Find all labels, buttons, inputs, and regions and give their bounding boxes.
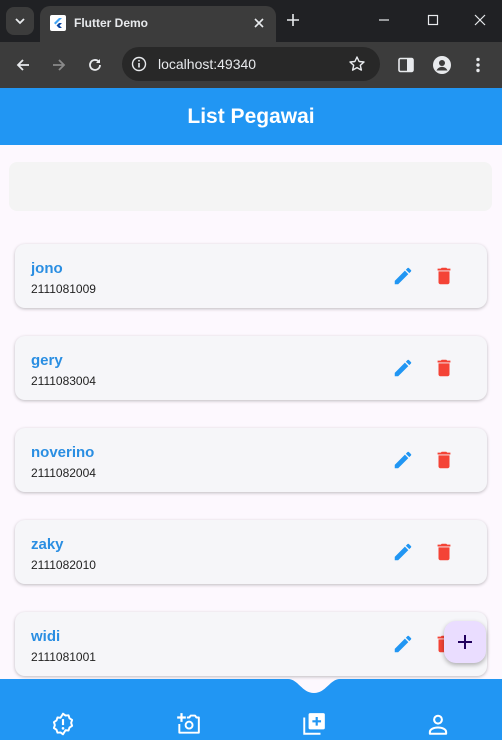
employee-name: widi — [31, 628, 61, 645]
search-input[interactable] — [9, 162, 492, 211]
employee-nip: 2111081001 — [31, 650, 96, 664]
employee-nip: 2111083004 — [31, 374, 96, 388]
edit-icon[interactable] — [392, 633, 414, 655]
employee-name: jono — [31, 260, 63, 277]
tab-search-button[interactable] — [6, 7, 34, 35]
employee-card[interactable]: widi 2111081001 — [15, 612, 487, 676]
employee-card[interactable]: jono 2111081009 — [15, 244, 487, 308]
flutter-logo-icon — [50, 15, 66, 31]
add-photo-icon[interactable] — [175, 711, 201, 737]
edit-icon[interactable] — [392, 449, 414, 471]
edit-icon[interactable] — [392, 265, 414, 287]
reload-icon[interactable] — [86, 56, 104, 74]
url-text: localhost:49340 — [158, 56, 257, 72]
employee-nip: 2111082004 — [31, 466, 96, 480]
plus-icon[interactable] — [285, 12, 301, 28]
employee-name: gery — [31, 352, 63, 369]
employee-name: zaky — [31, 536, 64, 553]
employee-nip: 2111082010 — [31, 558, 96, 572]
forward-arrow-icon[interactable] — [50, 56, 68, 74]
employee-nip: 2111081009 — [31, 282, 96, 296]
plus-icon — [458, 635, 472, 649]
alert-badge-icon[interactable] — [50, 711, 76, 737]
side-panel-icon[interactable] — [396, 55, 416, 75]
library-add-icon[interactable] — [301, 711, 327, 737]
tab-title: Flutter Demo — [74, 16, 149, 30]
person-icon[interactable] — [425, 711, 451, 737]
app-bar: List Pegawai — [0, 88, 502, 145]
bookmark-star-icon[interactable] — [348, 55, 366, 73]
profile-icon[interactable] — [432, 55, 452, 75]
employee-card[interactable]: gery 2111083004 — [15, 336, 487, 400]
page-title: List Pegawai — [187, 104, 315, 128]
bottom-navigation-bar — [0, 679, 502, 740]
delete-icon[interactable] — [433, 541, 455, 563]
maximize-icon[interactable] — [427, 14, 439, 26]
window-close-icon[interactable] — [474, 14, 486, 26]
employee-card[interactable]: zaky 2111082010 — [15, 520, 487, 584]
delete-icon[interactable] — [433, 449, 455, 471]
add-employee-button[interactable] — [444, 621, 486, 663]
address-bar[interactable]: localhost:49340 — [122, 47, 380, 81]
more-vert-icon[interactable] — [468, 55, 488, 75]
edit-icon[interactable] — [392, 357, 414, 379]
delete-icon[interactable] — [433, 357, 455, 379]
delete-icon[interactable] — [433, 265, 455, 287]
browser-tab[interactable]: Flutter Demo — [40, 6, 276, 42]
close-icon[interactable] — [252, 16, 266, 30]
browser-tabbar: Flutter Demo — [0, 0, 502, 42]
back-arrow-icon[interactable] — [14, 56, 32, 74]
employee-name: noverino — [31, 444, 95, 461]
minimize-icon[interactable] — [378, 14, 390, 26]
employee-card[interactable]: noverino 2111082004 — [15, 428, 487, 492]
app-viewport: List Pegawai jono 2111081009 gery 211108… — [0, 88, 502, 740]
chevron-down-icon — [15, 18, 25, 25]
edit-icon[interactable] — [392, 541, 414, 563]
browser-toolbar: localhost:49340 — [0, 42, 502, 88]
info-icon[interactable] — [131, 56, 147, 72]
